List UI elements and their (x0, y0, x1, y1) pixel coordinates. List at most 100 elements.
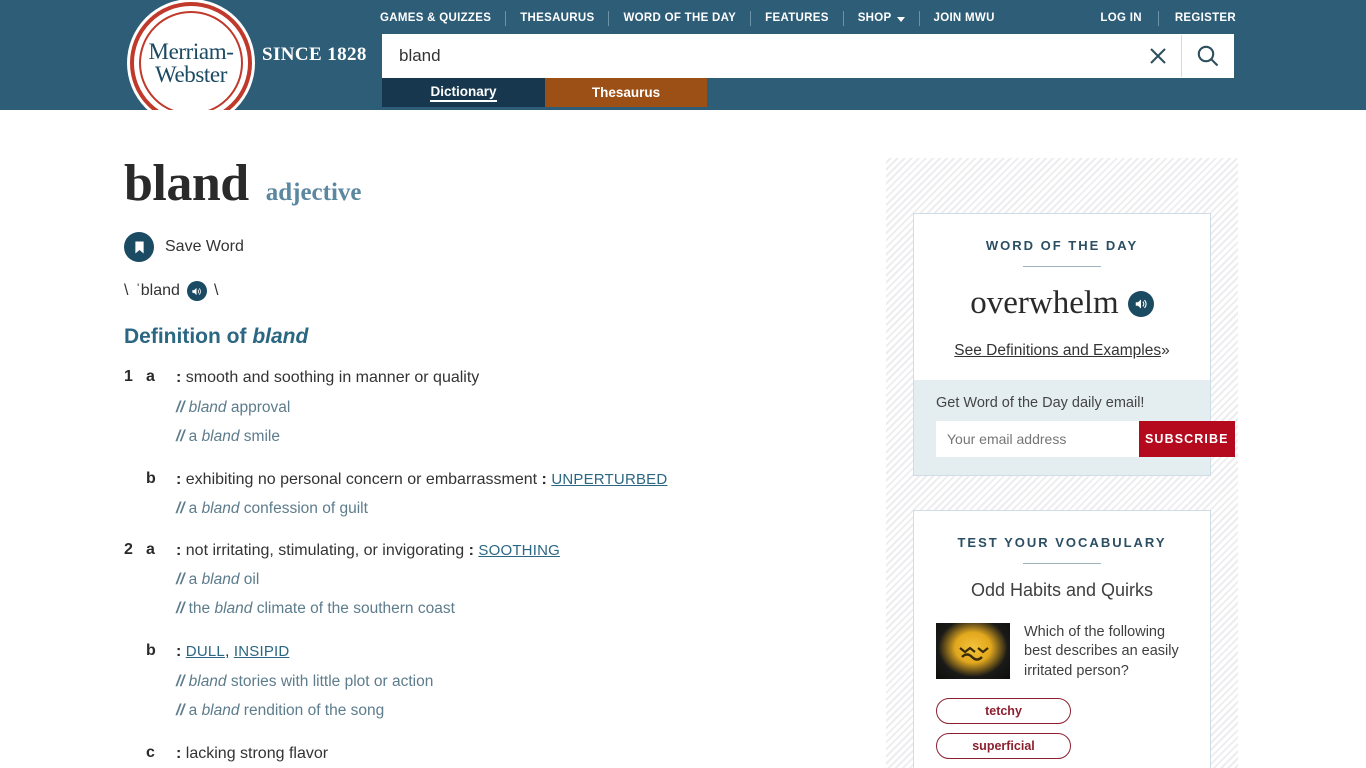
test-your-vocabulary-card: TEST YOUR VOCABULARY Odd Habits and Quir… (913, 510, 1211, 768)
cross-reference-link[interactable]: SOOTHING (478, 542, 560, 559)
definition-colon: : (176, 541, 182, 559)
nav-item-shop-label: SHOP (857, 12, 892, 24)
pronunciation-close-slash: \ (213, 282, 219, 299)
speaker-icon[interactable] (186, 281, 207, 301)
subsense-letter: c (146, 744, 155, 762)
see-definitions-link[interactable]: See Definitions and Examples (954, 342, 1161, 359)
quiz-option-tetchy[interactable]: tetchy (936, 697, 1071, 724)
example-marker: // (176, 600, 185, 618)
nav-item-thesaurus[interactable]: THESAURUS (506, 12, 608, 24)
cross-reference-link[interactable]: UNPERTURBED (551, 471, 667, 488)
example-sentence: //a bland confession of guilt (176, 499, 864, 519)
search-bar (382, 34, 1234, 78)
definition-text: smooth and soothing in manner or quality (185, 369, 480, 386)
example-headword: bland (201, 702, 240, 720)
logo-line-2: Webster (155, 62, 227, 87)
cross-reference-colon: : (541, 470, 547, 488)
tab-dictionary[interactable]: Dictionary (382, 78, 545, 107)
bookmark-icon (124, 232, 154, 262)
nav-item-join-mwu[interactable]: JOIN MWU (920, 12, 1009, 24)
nav-item-word-of-the-day[interactable]: WORD OF THE DAY (609, 12, 750, 24)
email-field[interactable] (936, 421, 1139, 457)
definition-text: exhibiting no personal concern or embarr… (185, 470, 538, 488)
tab-thesaurus-label: Thesaurus (591, 85, 661, 100)
subsense-letter: a (146, 368, 155, 385)
example-marker: // (176, 673, 185, 691)
example-before: a (188, 500, 202, 518)
sense-number: 2 (124, 540, 133, 558)
word-of-the-day-word[interactable]: overwhelm (970, 285, 1118, 322)
search-input[interactable] (383, 35, 1135, 77)
pronunciation-open-slash: \ (124, 282, 129, 299)
cross-reference-colon: : (468, 541, 474, 559)
nav-item-games-quizzes[interactable]: GAMES & QUIZZES (380, 12, 505, 24)
example-before: a (188, 427, 202, 445)
merriam-webster-logo[interactable]: Merriam- Webster (130, 2, 252, 124)
logo-line-1: Merriam- (148, 39, 234, 64)
example-headword: bland (188, 673, 227, 691)
subsense: a : not irritating, stimulating, or invi… (146, 540, 864, 620)
example-headword: bland (201, 427, 240, 445)
sense-body: a : not irritating, stimulating, or invi… (146, 540, 864, 768)
subsense-letter: b (146, 642, 156, 660)
word-of-the-day-title: WORD OF THE DAY (985, 238, 1139, 253)
subsense-text: : exhibiting no personal concern or emba… (176, 469, 864, 520)
example-after: approval (226, 398, 291, 416)
save-word-label: Save Word (165, 238, 244, 255)
part-of-speech: adjective (265, 179, 362, 206)
subsense-text: : lacking strong flavor //Expect both ki… (176, 743, 864, 768)
xref-comma: , (224, 643, 230, 661)
sense-number: 1 (124, 368, 133, 385)
subsense: c : lacking strong flavor //Expect both … (146, 743, 864, 768)
quiz-option-superficial[interactable]: superficial (936, 732, 1071, 759)
definition-colon: : (176, 643, 182, 661)
example-marker: // (176, 571, 185, 589)
nav-item-shop[interactable]: SHOP (844, 12, 919, 24)
search-scope-tabs: Dictionary Thesaurus (382, 78, 707, 107)
example-marker: // (176, 702, 185, 720)
definition-text: lacking strong flavor (185, 745, 329, 763)
example-marker: // (176, 427, 185, 445)
search-submit-button[interactable] (1181, 35, 1233, 77)
subsense: a : smooth and soothing in manner or qua… (146, 367, 864, 447)
example-after: oil (239, 571, 260, 589)
example-after: smile (239, 427, 280, 445)
sense-group: 1 a : smooth and soothing in manner or q… (124, 367, 864, 520)
example-before: the (188, 600, 215, 618)
word-of-the-day-word-row: overwhelm (936, 285, 1188, 322)
example-sentence: //bland stories with little plot or acti… (176, 672, 864, 692)
example-sentence: //a bland oil (176, 570, 864, 590)
cross-reference-link[interactable]: DULL (186, 643, 225, 660)
subsense-text: : DULL, INSIPID //bland stories with lit… (176, 641, 864, 721)
word-of-the-day-link-row: See Definitions and Examples» (936, 342, 1188, 360)
pronunciation-row: \ ˈbland \ (124, 281, 864, 301)
primary-navigation: GAMES & QUIZZES THESAURUS WORD OF THE DA… (380, 8, 1009, 28)
definition-colon: : (176, 369, 182, 386)
cross-reference-link[interactable]: INSIPID (234, 643, 290, 660)
subsense: b : exhibiting no personal concern or em… (146, 469, 864, 520)
search-icon (1197, 45, 1218, 67)
login-link[interactable]: LOG IN (1084, 12, 1157, 24)
clear-search-button[interactable] (1135, 35, 1181, 77)
example-before: a (188, 702, 202, 720)
definition-text-line: : exhibiting no personal concern or emba… (176, 469, 864, 491)
save-word-button[interactable]: Save Word (124, 232, 864, 262)
subscribe-button[interactable]: SUBSCRIBE (1139, 421, 1235, 457)
nav-item-features[interactable]: FEATURES (751, 12, 843, 24)
page-title: bland (124, 155, 249, 212)
subsense-text: : smooth and soothing in manner or quali… (176, 367, 864, 447)
quiz-question: Which of the following best describes an… (1024, 624, 1179, 679)
register-link[interactable]: REGISTER (1159, 12, 1236, 24)
example-sentence: //a bland smile (176, 427, 864, 447)
subscribe-label: Get Word of the Day daily email! (936, 395, 1145, 411)
site-header: Merriam- Webster SINCE 1828 GAMES & QUIZ… (0, 0, 1366, 124)
example-sentence: //bland approval (176, 398, 864, 418)
tab-thesaurus[interactable]: Thesaurus (545, 78, 707, 107)
tab-dictionary-label: Dictionary (430, 84, 497, 102)
definition-heading: Definition of bland (124, 325, 864, 349)
definition-colon: : (176, 470, 182, 488)
speaker-icon[interactable] (1127, 290, 1154, 317)
definition-text-line: : DULL, INSIPID (176, 641, 864, 663)
headword-row: bland adjective (124, 158, 864, 210)
title-divider (1023, 563, 1101, 564)
